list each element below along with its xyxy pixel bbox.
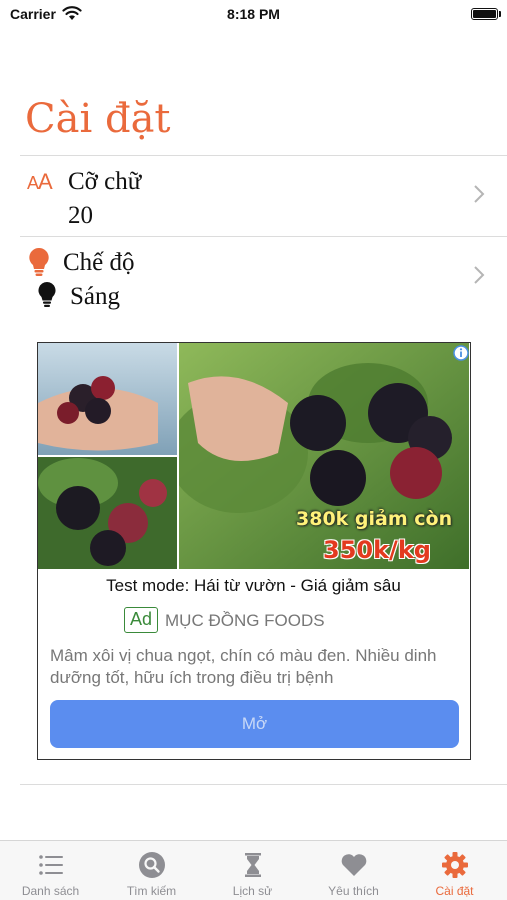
tab-label: Danh sách (21, 884, 80, 898)
heart-icon (341, 854, 367, 876)
ad-advertiser: MỤC ĐỒNG FOODS (165, 611, 325, 630)
battery-icon (471, 8, 498, 20)
tab-list[interactable]: Danh sách (0, 841, 101, 900)
ad-open-button[interactable]: Mở (50, 700, 459, 748)
tab-settings[interactable]: Cài đặt (404, 841, 505, 900)
tab-label: Tìm kiếm (126, 884, 177, 898)
hourglass-icon (245, 853, 261, 877)
battery-tip (499, 11, 501, 17)
clock: 8:18 PM (227, 6, 280, 22)
tab-label: Cài đặt (435, 884, 474, 898)
mode-value: Sáng (70, 283, 120, 310)
mode-label: Chế độ (63, 249, 135, 276)
font-size-label: Cỡ chữ (68, 168, 142, 195)
gear-icon (442, 852, 468, 878)
search-icon (139, 852, 165, 878)
list-icon (39, 855, 63, 875)
tab-bar: Danh sách Tìm kiếm Lịch sử Yêu thích Cài… (0, 840, 507, 900)
status-bar: Carrier 8:18 PM (0, 0, 507, 30)
chevron-right-icon (474, 185, 485, 203)
tab-search[interactable]: Tìm kiếm (101, 841, 202, 900)
divider (20, 784, 507, 785)
native-ad[interactable]: 380k giảm còn 350k/kg Test mode: Hái từ … (37, 342, 471, 760)
tab-label: Lịch sử (232, 884, 273, 898)
ad-badge: Ad (124, 607, 158, 633)
page-title: Cài đặt (25, 96, 171, 142)
lightbulb-icon (29, 247, 49, 276)
ad-headline[interactable]: Test mode: Hái từ vườn - Giá giảm sâu (38, 576, 469, 596)
ad-price-old: 380k giảm còn (296, 508, 453, 530)
lightbulb-dark-icon (38, 281, 56, 307)
tab-history[interactable]: Lịch sử (202, 841, 303, 900)
chevron-right-icon (474, 266, 485, 284)
font-size-row[interactable]: AA Cỡ chữ 20 (20, 156, 507, 236)
info-icon[interactable] (453, 345, 469, 361)
ad-body: Mâm xôi vị chua ngọt, chín có màu đen. N… (50, 646, 437, 687)
tab-label: Yêu thích (328, 884, 379, 898)
mode-row[interactable]: Chế độ Sáng (20, 237, 507, 317)
tab-favorites[interactable]: Yêu thích (303, 841, 404, 900)
font-size-value: 20 (68, 202, 93, 229)
ad-price-new: 350k/kg (323, 536, 431, 564)
font-size-icon: AA (27, 169, 53, 194)
